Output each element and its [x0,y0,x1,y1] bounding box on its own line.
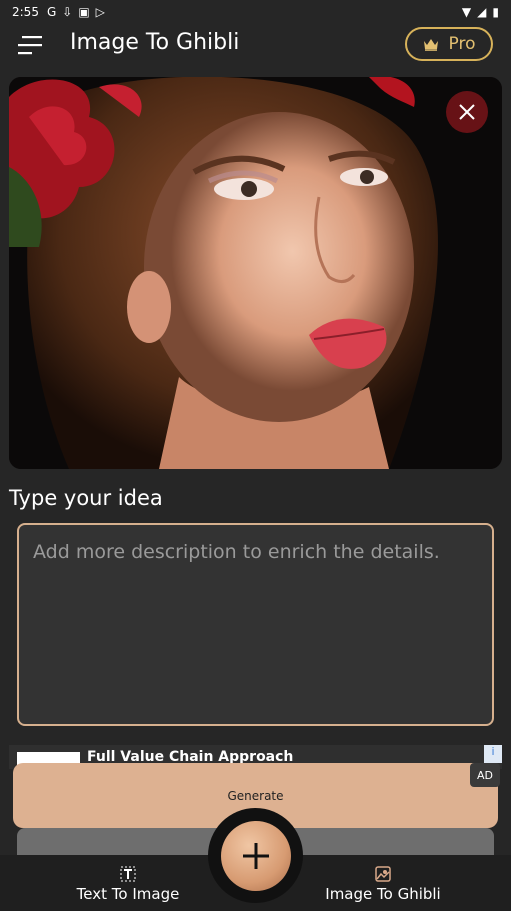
generate-label: Generate [227,788,284,803]
status-icons: G ⇩ ▣ ▷ [47,5,105,19]
create-fab-button[interactable] [221,821,291,891]
portrait-photo [9,77,502,469]
nav-image-to-ghibli-label: Image To Ghibli [325,885,441,903]
description-input[interactable]: Add more description to enrich the detai… [17,523,494,726]
menu-button[interactable] [18,34,44,56]
idea-label: Type your idea [9,486,163,510]
nav-image-to-ghibli[interactable]: Image To Ghibli [293,865,473,903]
status-bar: 2:55 G ⇩ ▣ ▷ ▼ ◢ ▮ [0,0,511,24]
status-right: ▼ ◢ ▮ [462,5,499,19]
battery-icon: ▮ [492,5,499,19]
app-bar: Image To Ghibli Pro [0,24,511,68]
text-icon [120,866,136,882]
notification-a-icon: ▣ [78,5,90,19]
plus-icon [243,843,269,869]
close-icon [459,104,475,120]
download-icon: ⇩ [62,5,73,19]
status-left: 2:55 G ⇩ ▣ ▷ [12,5,105,19]
signal-icon: ◢ [477,5,487,19]
nav-text-to-image[interactable]: Text To Image [38,865,218,903]
ad-badge: AD [470,763,500,787]
pro-label: Pro [448,34,476,54]
uploaded-image [9,77,502,469]
description-placeholder: Add more description to enrich the detai… [33,541,440,563]
ad-choices-icon[interactable]: i [484,745,502,763]
pro-button[interactable]: Pro [405,27,493,61]
google-g-icon: G [46,5,57,19]
play-store-icon: ▷ [95,5,105,19]
nav-text-to-image-label: Text To Image [76,885,180,903]
page-title: Image To Ghibli [70,30,240,55]
crown-icon [423,38,438,51]
hamburger-menu-icon [18,36,42,55]
wifi-icon: ▼ [461,5,472,19]
image-icon [375,866,391,882]
status-time: 2:55 [12,5,39,19]
remove-image-button[interactable] [446,91,488,133]
